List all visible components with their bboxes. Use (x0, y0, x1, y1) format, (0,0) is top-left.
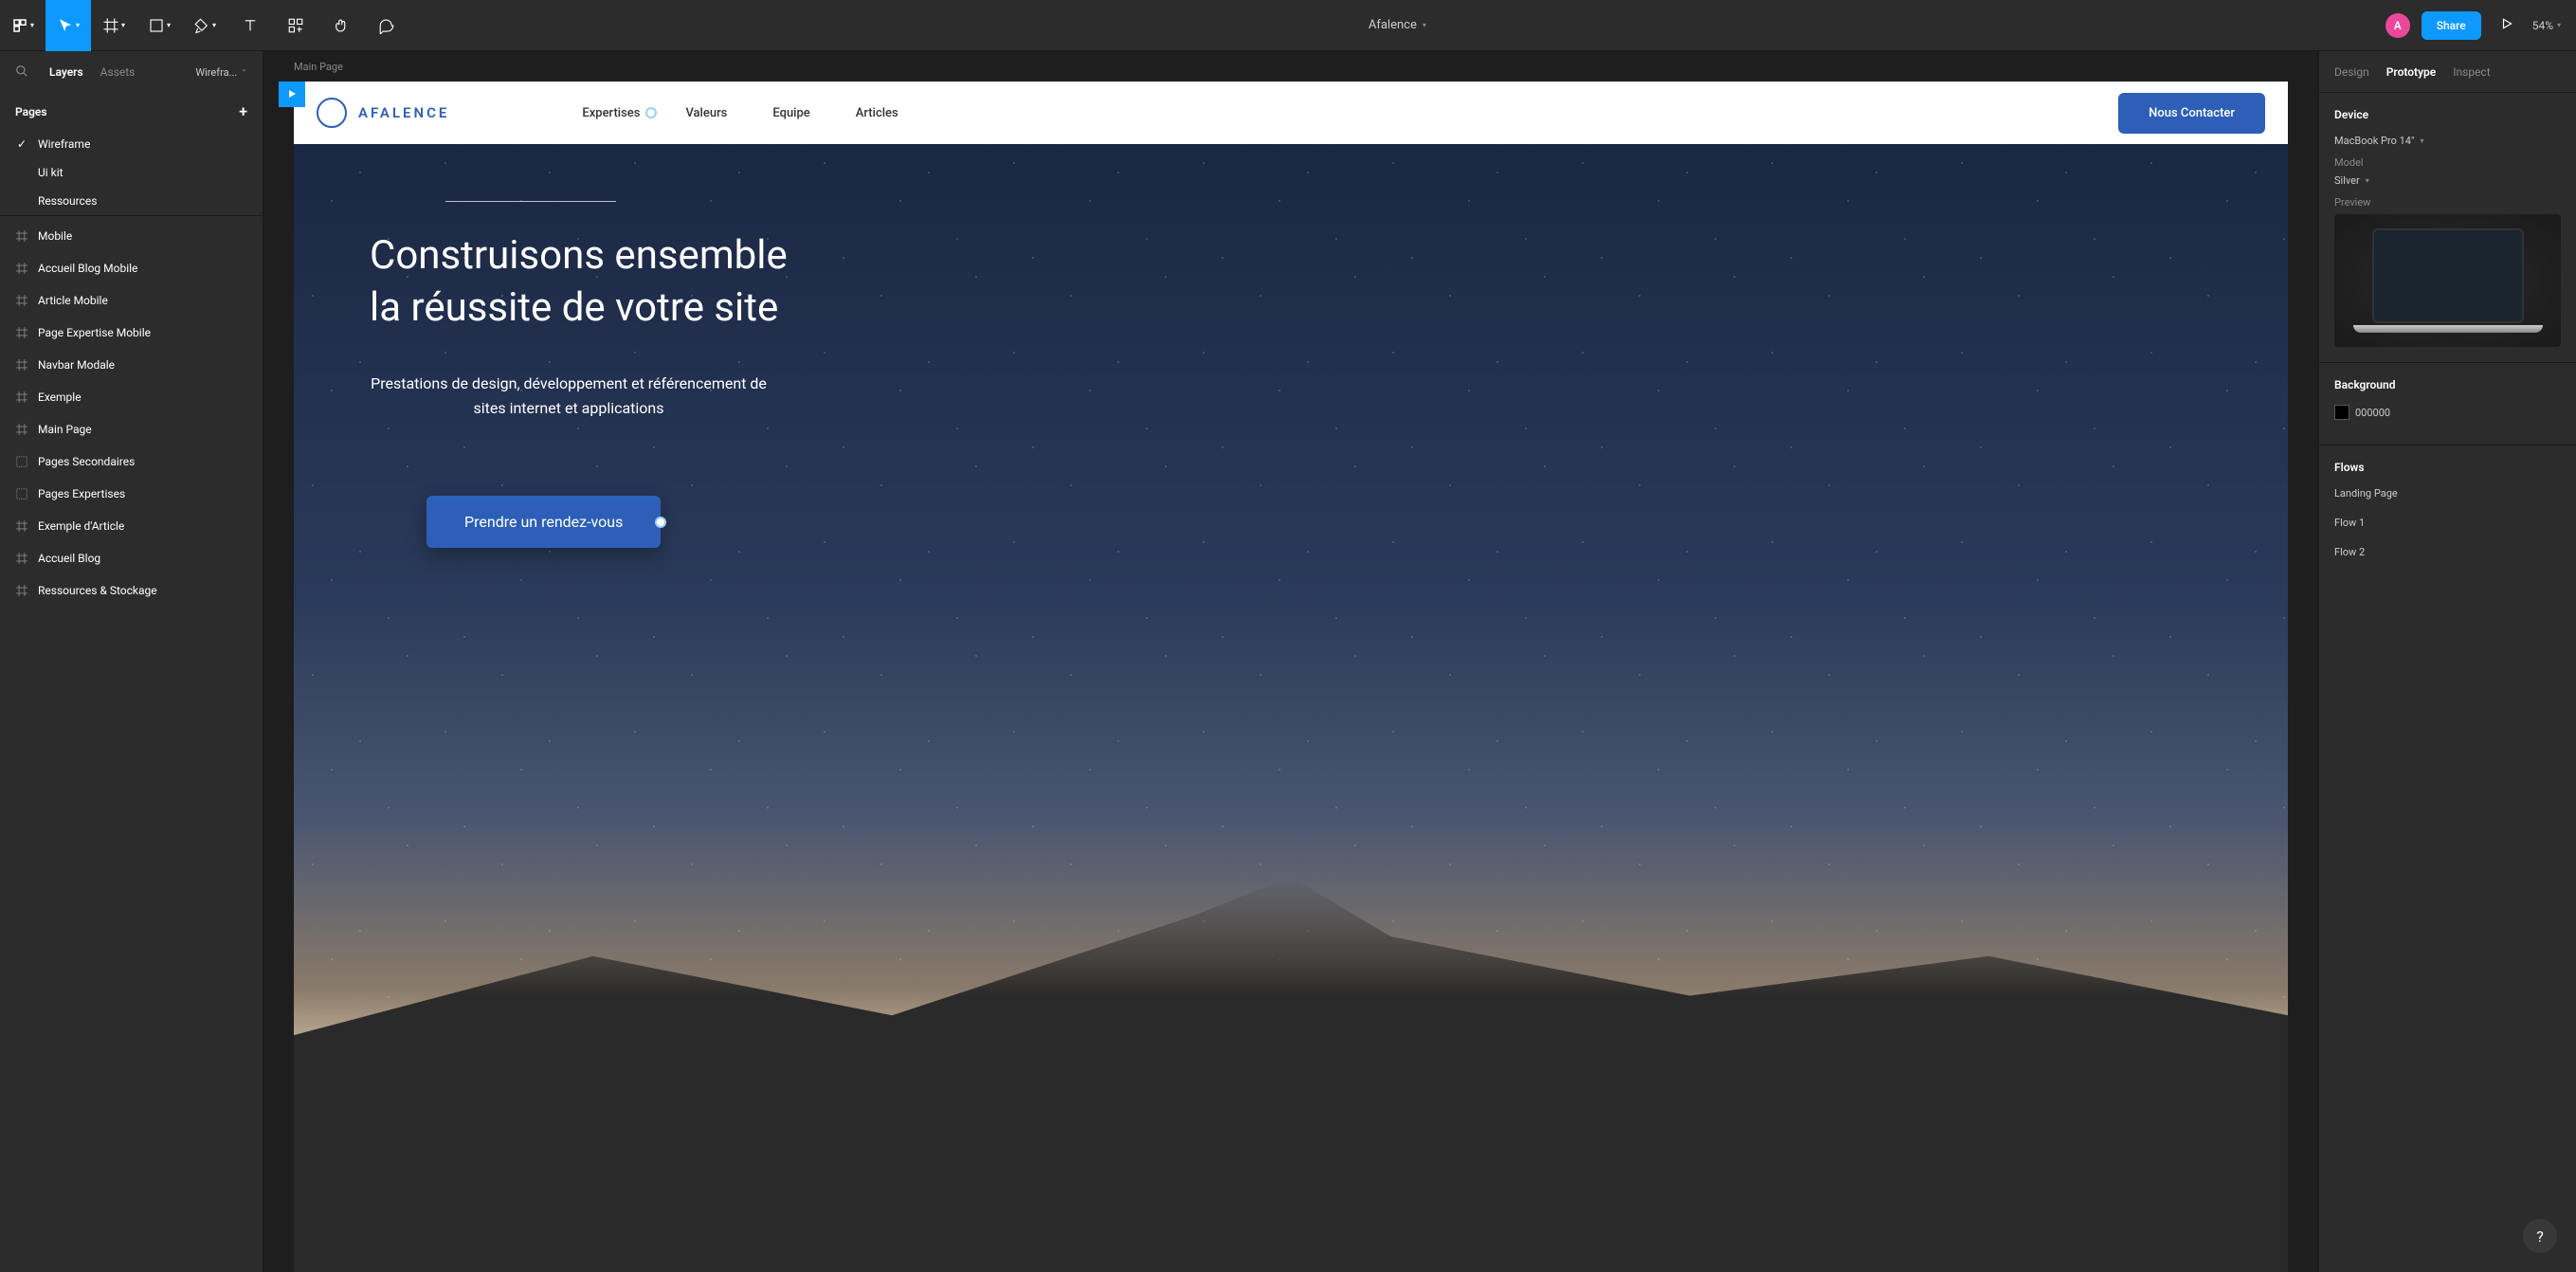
top-toolbar: ▾ ▾ ▾ ▾ ▾ (0, 0, 2576, 51)
flow-item[interactable]: Landing Page (2334, 487, 2561, 500)
frame-tool[interactable]: ▾ (91, 0, 136, 51)
website-navbar: AFALENCE Expertises Valeurs Equipe Articles… (294, 82, 2288, 144)
prototype-connection-dot (655, 517, 666, 528)
nav-link: Valeurs (685, 106, 727, 120)
add-page-button[interactable]: + (239, 102, 247, 120)
resources-tool[interactable] (273, 0, 318, 51)
hero-title: Construisons ensemble la réussite de vot… (370, 230, 2212, 334)
layer-item[interactable]: Accueil Blog (0, 542, 263, 574)
laptop-screen-icon (2372, 228, 2524, 323)
right-sidebar: Design Prototype Inspect Device MacBook … (2318, 51, 2576, 1272)
device-preview (2334, 214, 2561, 347)
inspect-tab[interactable]: Inspect (2453, 65, 2490, 79)
layer-item[interactable]: Ressources & Stockage (0, 574, 263, 607)
model-value: Silver (2334, 174, 2360, 187)
zoom-control[interactable]: 54% ▾ (2532, 19, 2561, 32)
page-item[interactable]: Wireframe (0, 130, 263, 158)
device-name: MacBook Pro 14" (2334, 135, 2415, 147)
pages-header-label: Pages (15, 105, 47, 118)
model-label: Model (2334, 156, 2561, 169)
user-avatar[interactable]: A (2386, 13, 2410, 38)
layer-item[interactable]: Navbar Modale (0, 349, 263, 381)
pen-tool[interactable]: ▾ (182, 0, 227, 51)
page-item[interactable]: Ui kit (0, 158, 263, 187)
chevron-down-icon: ⌃ (241, 68, 247, 77)
layer-item[interactable]: Main Page (0, 413, 263, 445)
layer-item[interactable]: Exemple d'Article (0, 510, 263, 542)
design-tab[interactable]: Design (2334, 65, 2369, 79)
design-frame[interactable]: AFALENCE Expertises Valeurs Equipe Articles… (294, 82, 2288, 1272)
device-section-title: Device (2334, 108, 2561, 121)
flow-item[interactable]: Flow 2 (2334, 546, 2561, 558)
preview-label: Preview (2334, 196, 2561, 209)
chevron-down-icon: ▾ (121, 21, 125, 29)
nav-link: Articles (856, 106, 898, 120)
logo-mark-icon (317, 98, 347, 128)
flow-item[interactable]: Flow 1 (2334, 517, 2561, 529)
decorative-line (445, 201, 616, 202)
chevron-down-icon[interactable]: ▾ (1423, 21, 1426, 29)
model-selector[interactable]: Silver ▾ (2334, 174, 2561, 187)
text-tool[interactable] (227, 0, 273, 51)
prototype-tab[interactable]: Prototype (2386, 65, 2437, 79)
move-tool[interactable]: ▾ (45, 0, 91, 51)
hand-tool[interactable] (318, 0, 364, 51)
chevron-down-icon: ▾ (76, 21, 80, 29)
flow-start-indicator[interactable] (279, 82, 305, 107)
background-color-control[interactable]: 000000 (2334, 405, 2561, 420)
layer-item[interactable]: Pages Secondaires (0, 445, 263, 478)
present-button[interactable] (2493, 12, 2521, 38)
comment-tool[interactable] (364, 0, 409, 51)
assets-tab[interactable]: Assets (100, 65, 136, 79)
page-item[interactable]: Ressources (0, 187, 263, 215)
page-selector-dropdown[interactable]: Wirefra... ⌃ (195, 66, 247, 79)
prototype-connection-dot (645, 107, 657, 118)
search-icon[interactable] (15, 64, 28, 81)
left-sidebar: Layers Assets Wirefra... ⌃ Pages + Wiref… (0, 51, 263, 1272)
logo-text: AFALENCE (358, 104, 449, 121)
layer-item[interactable]: Mobile (0, 220, 263, 252)
chevron-down-icon: ▾ (212, 21, 216, 29)
background-hex-value: 000000 (2355, 407, 2390, 419)
zoom-value: 54% (2532, 19, 2553, 32)
nav-link: Equipe (772, 106, 809, 120)
chevron-down-icon: ▾ (30, 21, 34, 29)
chevron-down-icon: ▾ (2557, 21, 2561, 29)
color-swatch (2334, 405, 2349, 420)
contact-button: Nous Contacter (2118, 93, 2265, 134)
layers-tab[interactable]: Layers (49, 65, 83, 79)
device-selector[interactable]: MacBook Pro 14" ▾ (2334, 135, 2561, 147)
hero-section: Construisons ensemble la réussite de vot… (294, 144, 2288, 1272)
chevron-down-icon: ▾ (167, 21, 171, 29)
chevron-down-icon: ▾ (2366, 176, 2369, 185)
chevron-down-icon: ▾ (2421, 136, 2424, 145)
layer-item[interactable]: Exemple (0, 381, 263, 413)
hero-subtitle: Prestations de design, développement et … (370, 372, 768, 420)
layer-item[interactable]: Article Mobile (0, 284, 263, 317)
file-title[interactable]: Afalence (1369, 18, 1417, 32)
figma-menu-button[interactable]: ▾ (0, 0, 45, 51)
page-selector-label: Wirefra... (195, 66, 237, 79)
layer-item[interactable]: Page Expertise Mobile (0, 317, 263, 349)
shape-tool[interactable]: ▾ (136, 0, 182, 51)
hero-title-line2: la réussite de votre site (370, 282, 2212, 335)
frame-label[interactable]: Main Page (294, 61, 343, 73)
nav-link: Expertises (582, 106, 640, 120)
share-button[interactable]: Share (2422, 11, 2481, 40)
layer-item[interactable]: Accueil Blog Mobile (0, 252, 263, 284)
background-section-title: Background (2334, 378, 2561, 391)
flows-section-title: Flows (2334, 461, 2561, 474)
layer-item[interactable]: Pages Expertises (0, 478, 263, 510)
help-button[interactable]: ? (2523, 1219, 2557, 1253)
laptop-base-icon (2353, 325, 2543, 333)
hero-cta-label: Prendre un rendez-vous (464, 513, 623, 531)
hero-title-line1: Construisons ensemble (370, 230, 2212, 282)
logo: AFALENCE (317, 98, 449, 128)
canvas[interactable]: Main Page AFALENCE Expertises Valeurs Equi… (263, 51, 2318, 1272)
hero-cta-button: Prendre un rendez-vous (426, 496, 661, 548)
